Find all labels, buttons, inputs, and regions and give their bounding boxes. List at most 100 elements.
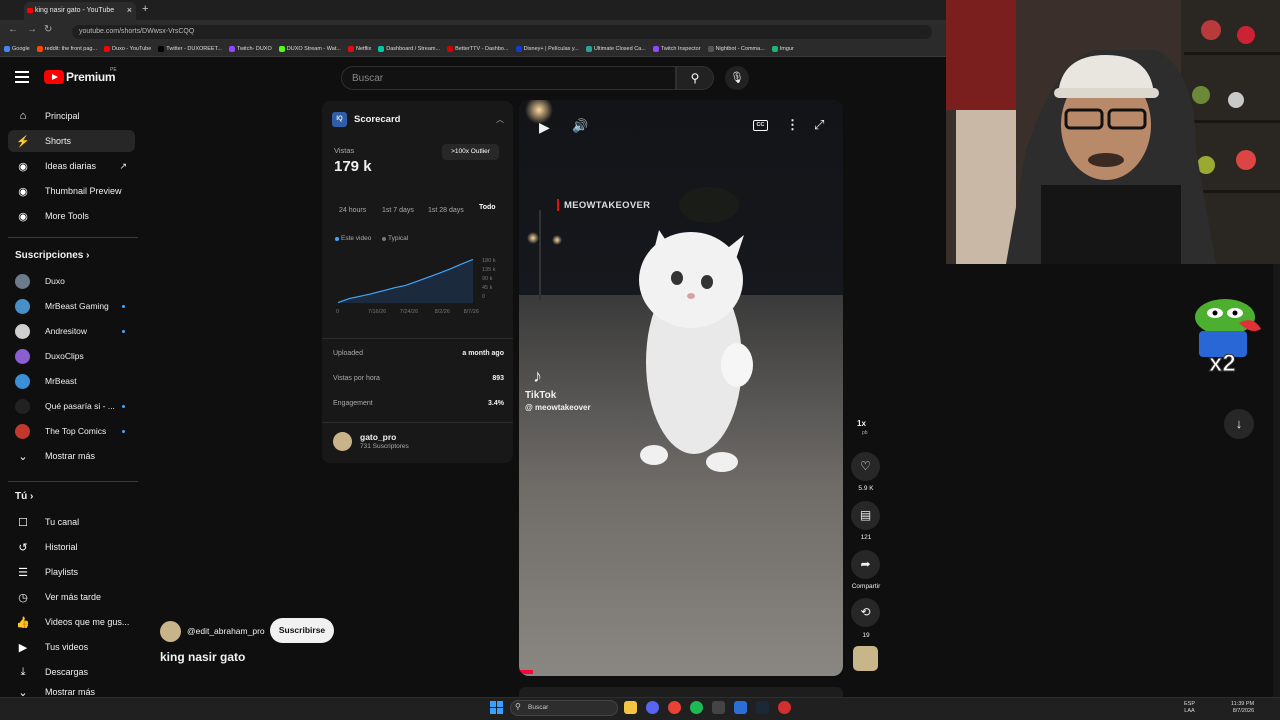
channel-avatar[interactable] [333, 432, 352, 451]
show-more-subs[interactable]: ⌄ Mostrar más [8, 445, 135, 467]
subscription-item[interactable]: MrBeast [8, 370, 135, 392]
file-explorer-icon[interactable] [624, 701, 637, 714]
sidebar-item-videos[interactable]: ▶ Tus videos [8, 636, 135, 658]
like-icon[interactable]: ♡ [851, 452, 880, 481]
steam-icon[interactable] [756, 701, 769, 714]
sound-thumbnail[interactable] [853, 646, 878, 671]
reload-icon[interactable]: ↻ [44, 24, 52, 35]
sidebar-item-channel[interactable]: ☐ Tu canal [8, 511, 135, 533]
chrome-icon[interactable] [668, 701, 681, 714]
range-28d[interactable]: 1st 28 days [428, 207, 464, 214]
bookmark-item[interactable]: Twitter - DUXOREET... [158, 46, 222, 52]
subscription-item[interactable]: MrBeast Gaming [8, 295, 135, 317]
bookmark-item[interactable]: DUXO Stream - Wat... [278, 46, 341, 52]
subscription-item[interactable]: The Top Comics [8, 420, 135, 442]
sidebar-item-playlists[interactable]: ☰ Playlists [8, 561, 135, 583]
range-24h[interactable]: 24 hours [339, 207, 366, 214]
views-value: 179 k [334, 158, 372, 175]
legend-typical: Typical [382, 235, 408, 242]
forward-icon[interactable]: → [27, 24, 37, 35]
subscription-item[interactable]: Andresitow [8, 320, 135, 342]
fullscreen-icon[interactable]: ⤢ [814, 117, 824, 133]
creator-handle[interactable]: @edit_abraham_pro [187, 626, 265, 636]
close-tab-icon[interactable]: × [127, 5, 132, 15]
sidebar-item-ideas-diarias[interactable]: ◉ Ideas diarias ↗ [8, 155, 135, 177]
bookmark-item[interactable]: Imgur [771, 46, 794, 52]
clock[interactable]: 11:39 PM 8/7/2026 [1231, 701, 1254, 715]
spotify-icon[interactable] [690, 701, 703, 714]
volume-icon[interactable]: 🔊 [572, 118, 588, 134]
sidebar-item-like[interactable]: 👍 Videos que me gus... [8, 611, 135, 633]
search-input[interactable]: Buscar [341, 66, 676, 90]
youtube-logo[interactable]: Premium PE [44, 67, 117, 84]
language-indicator[interactable]: ESP LAA [1184, 701, 1195, 715]
bookmark-item[interactable]: BetterTTV - Dashbo... [447, 46, 509, 52]
range-7d[interactable]: 1st 7 days [382, 207, 414, 214]
bookmark-item[interactable]: Dashboard / Stream... [378, 46, 440, 52]
playback-speed-button[interactable]: 1x [857, 419, 866, 428]
subscription-item[interactable]: DuxoClips [8, 345, 135, 367]
svg-text:x2: x2 [1209, 350, 1236, 375]
new-content-dot [122, 304, 125, 308]
chevron-down-icon: ⌄ [18, 450, 28, 463]
bookmark-item[interactable]: Nightbot - Comma... [707, 46, 765, 52]
tiktok-label: TikTok [525, 390, 557, 401]
new-tab-icon[interactable]: + [142, 3, 148, 15]
range-all[interactable]: Todo [479, 204, 496, 211]
creator-avatar[interactable] [160, 621, 181, 642]
bookmark-item[interactable]: Ultimate Closed Ca... [585, 46, 646, 52]
play-icon[interactable]: ▶ [539, 119, 550, 136]
bookmark-item[interactable]: Netflix [347, 46, 371, 52]
subscription-item[interactable]: Duxo [8, 270, 135, 292]
comment-count: 121 [860, 534, 872, 541]
app-icon[interactable] [778, 701, 791, 714]
shorts-video-player[interactable] [519, 100, 843, 676]
sidebar-item-shorts[interactable]: ⚡ Shorts [8, 130, 135, 152]
bookmark-item[interactable]: Twitch Inspector [652, 46, 701, 52]
sidebar-item-more-tools[interactable]: ◉ More Tools [8, 205, 135, 227]
arrow-down-icon[interactable]: ↓ [1224, 409, 1254, 439]
subscriptions-heading[interactable]: Suscripciones › [15, 250, 89, 261]
more-options-icon[interactable]: ⋮ [786, 117, 799, 133]
like-count: 5.9 K [858, 485, 874, 492]
search-icon[interactable]: ⚲ [676, 66, 714, 90]
subscription-item[interactable]: Qué pasaría si - ... [8, 395, 135, 417]
channel-avatar [15, 298, 30, 314]
channel-name[interactable]: gato_pro [360, 432, 396, 442]
sidebar-item-history[interactable]: ↺ Historial [8, 536, 135, 558]
bookmark-item[interactable]: Google [4, 46, 30, 52]
sidebar-item-principal[interactable]: ⌂ Principal [8, 105, 135, 127]
sidebar-item-clock[interactable]: ◷ Ver más tarde [8, 586, 135, 608]
back-icon[interactable]: ← [8, 24, 18, 35]
url-field[interactable]: youtube.com/shorts/DWwsx-VrsCQQ [72, 25, 932, 39]
app-icon[interactable] [734, 701, 747, 714]
bookmark-item[interactable]: Twitch- DUXO [228, 46, 272, 52]
sidebar-item-thumbnail-preview[interactable]: ◉ Thumbnail Preview [8, 180, 135, 202]
comment-icon[interactable]: ▤ [851, 501, 880, 530]
chevron-up-icon[interactable]: ︿ [496, 114, 504, 125]
bookmark-favicon-icon [652, 46, 659, 52]
bookmark-item[interactable]: reddit: the front pag... [36, 46, 97, 52]
you-heading[interactable]: Tú › [15, 491, 33, 502]
discord-icon[interactable] [646, 701, 659, 714]
app-icon[interactable] [712, 701, 725, 714]
bookmark-item[interactable]: Duxo - YouTube [104, 46, 151, 52]
sidebar-item-download[interactable]: ⤓ Descargas [8, 661, 135, 683]
microphone-icon[interactable]: 🎙 [725, 66, 749, 90]
stat-views-per-hour-value: 893 [492, 375, 504, 382]
stat-uploaded-label: Uploaded [333, 350, 363, 357]
browser-tab[interactable]: king nasir gato - YouTube × [24, 2, 136, 20]
windows-start-icon[interactable] [490, 701, 503, 714]
captions-icon[interactable]: CC [753, 120, 768, 131]
bookmark-item[interactable]: Disney+ | Películas y... [515, 46, 579, 52]
page-scrollbar[interactable] [1273, 264, 1280, 697]
share-icon[interactable]: ➦ [851, 550, 880, 579]
taskbar-search[interactable]: Buscar [510, 700, 618, 716]
subscribe-button[interactable]: Suscribirse [270, 618, 334, 643]
x-tick-label: 8/2/26 [435, 309, 450, 315]
menu-icon[interactable] [15, 71, 29, 86]
remix-icon[interactable]: ⟲ [851, 598, 880, 627]
share-label: Compartir [851, 583, 881, 590]
sidebar-divider [8, 237, 138, 238]
bookmark-favicon-icon [36, 46, 43, 52]
